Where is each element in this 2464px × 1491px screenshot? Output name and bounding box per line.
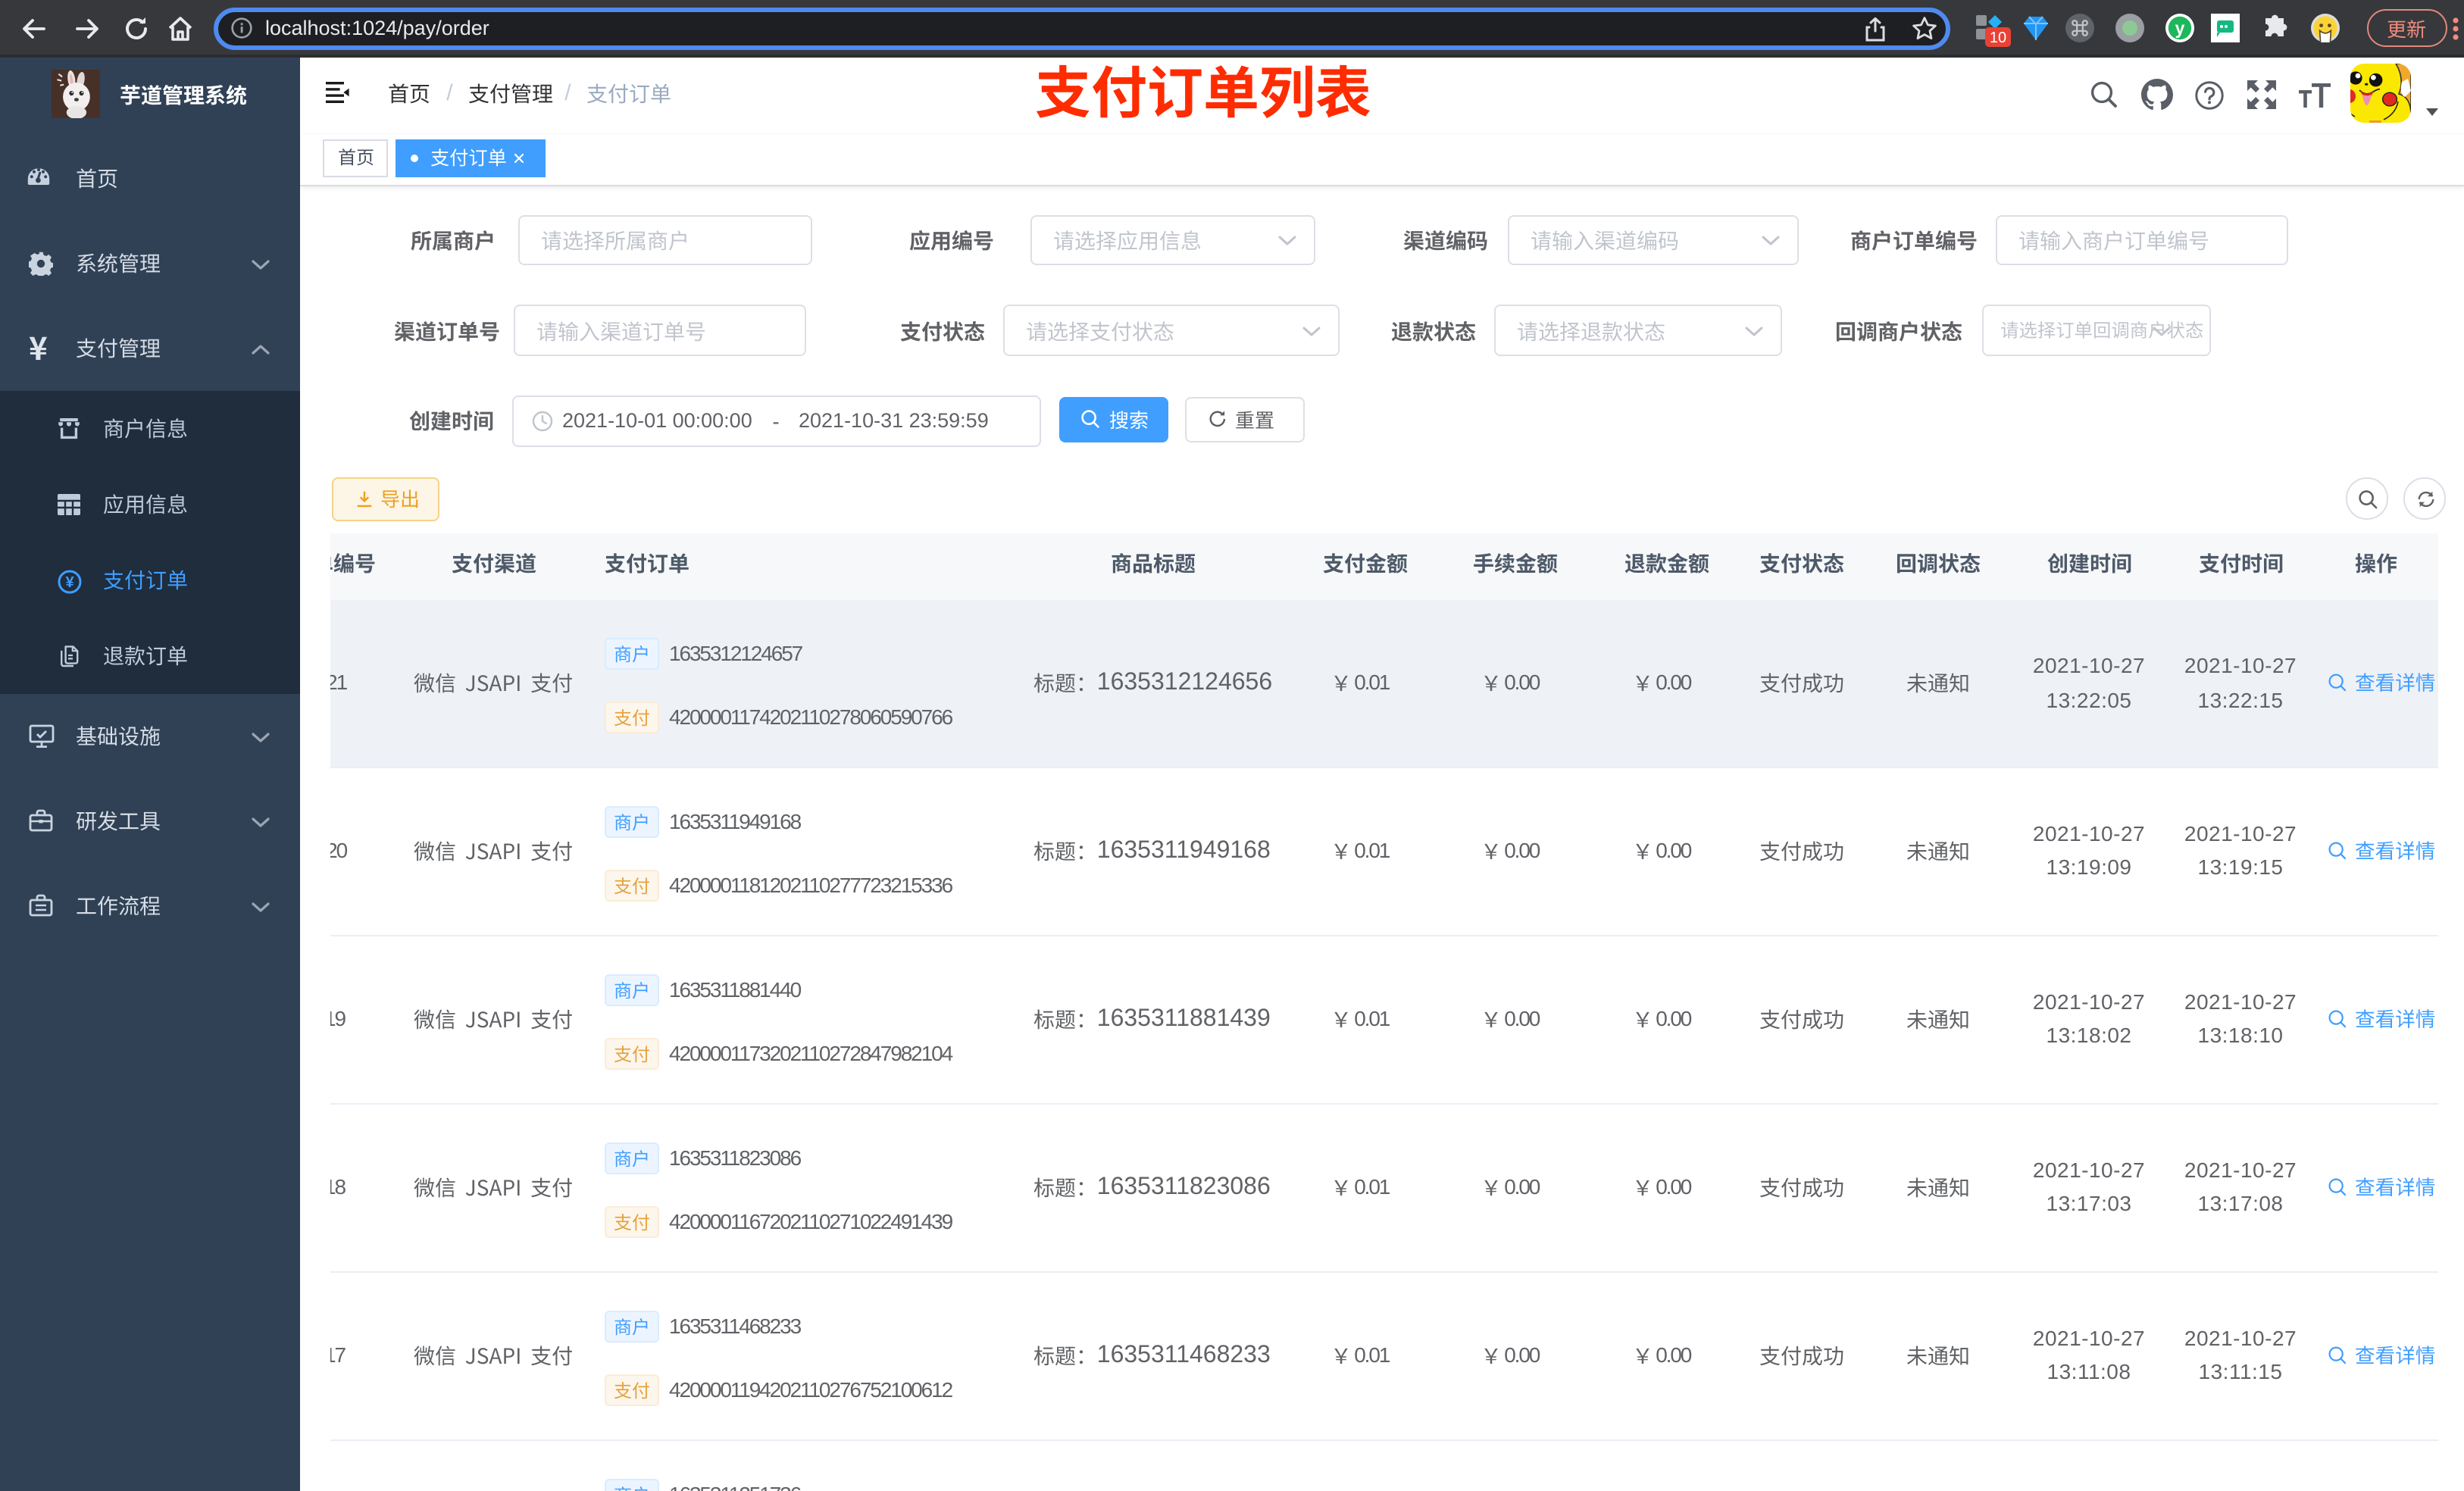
svg-text:y: y [2175, 18, 2185, 38]
svg-text:10: 10 [1990, 30, 2006, 46]
svg-text:¥: ¥ [65, 574, 74, 590]
